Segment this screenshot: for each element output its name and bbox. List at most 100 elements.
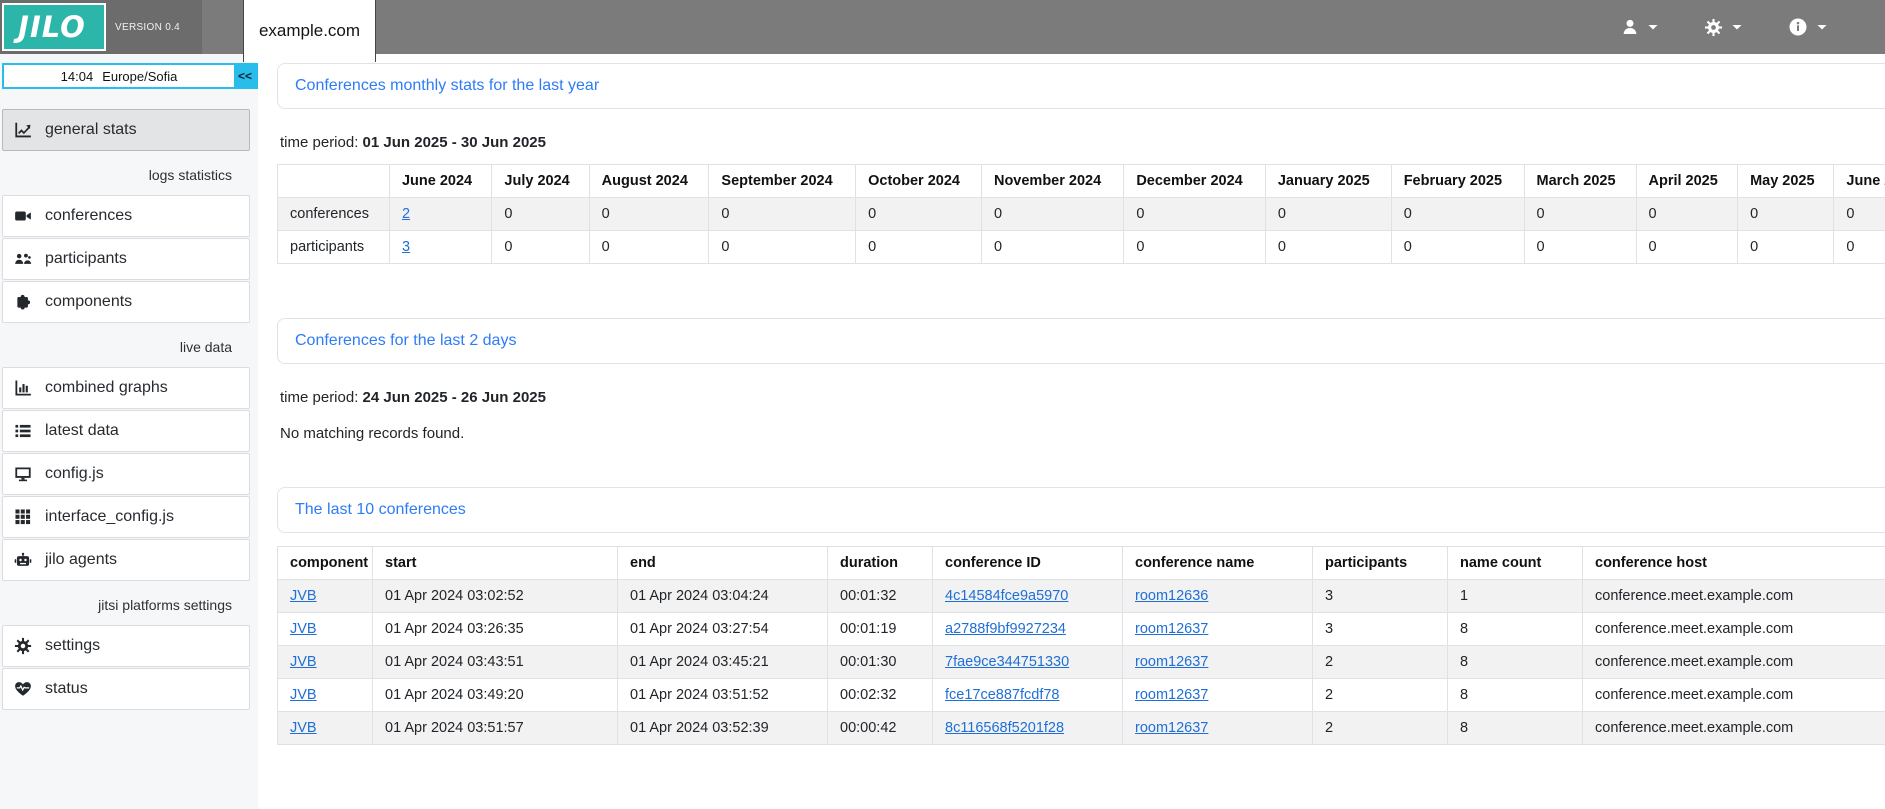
sidebar-collapse-button[interactable]: <<	[234, 65, 256, 87]
last10-cell-component: JVB	[278, 646, 373, 679]
chevron-down-icon	[1732, 22, 1742, 32]
info-menu[interactable]	[1788, 17, 1827, 37]
last10-cell-conference-name: room12637	[1123, 679, 1313, 712]
sidebar-item-interface-config-js[interactable]: interface_config.js	[2, 496, 250, 538]
monthly-value-cell: 0	[492, 231, 589, 264]
time-period-value: 24 Jun 2025 - 26 Jun 2025	[363, 389, 546, 406]
last10-cell-conference-id: 4c14584fce9a5970	[933, 580, 1123, 613]
monthly-value-cell: 0	[981, 231, 1123, 264]
topbar-menu	[1621, 0, 1827, 54]
last10-cell-conference-name: room12637	[1123, 712, 1313, 745]
last10-column-header: conference name	[1123, 547, 1313, 580]
conference-name-link[interactable]: room12636	[1135, 588, 1208, 604]
last10-cell-participants: 2	[1313, 712, 1448, 745]
monthly-value-cell: 0	[1124, 198, 1266, 231]
monthly-stats-table: June 2024July 2024August 2024September 2…	[277, 164, 1885, 264]
last10-cell-component: JVB	[278, 679, 373, 712]
sidebar-item-latest-data[interactable]: latest data	[2, 410, 250, 452]
conference-id-link[interactable]: 8c116568f5201f28	[945, 720, 1064, 736]
sidebar-item-settings[interactable]: settings	[2, 625, 250, 667]
version-label: VERSION 0.4	[115, 22, 180, 33]
last10-cell-start: 01 Apr 2024 03:26:35	[373, 613, 618, 646]
conference-id-link[interactable]: 4c14584fce9a5970	[945, 588, 1068, 604]
last10-column-header: start	[373, 547, 618, 580]
monthly-value-cell: 0	[1636, 231, 1738, 264]
robot-icon	[14, 551, 32, 569]
last10-column-header: conference ID	[933, 547, 1123, 580]
logo-text: JILO	[18, 10, 90, 44]
sidebar-item-label: latest data	[45, 422, 119, 440]
sidebar-item-combined-graphs[interactable]: combined graphs	[2, 367, 250, 409]
last10-cell-component: JVB	[278, 613, 373, 646]
heart-pulse-icon	[14, 680, 32, 698]
monthly-value-cell: 0	[1524, 198, 1636, 231]
conference-name-link[interactable]: room12637	[1135, 687, 1208, 703]
monthly-column-header: January 2025	[1265, 165, 1391, 198]
last10-cell-conference-host: conference.meet.example.com	[1583, 646, 1885, 679]
tab-example-com[interactable]: example.com	[243, 0, 376, 62]
info-icon	[1788, 17, 1808, 37]
conference-name-link[interactable]: room12637	[1135, 720, 1208, 736]
last10-cell-participants: 3	[1313, 613, 1448, 646]
table-row: participants3000000000000	[278, 231, 1885, 264]
settings-menu[interactable]	[1704, 18, 1742, 37]
conference-id-link[interactable]: fce17ce887fcdf78	[945, 687, 1059, 703]
last10-cell-component: JVB	[278, 712, 373, 745]
last10-cell-name-count: 8	[1448, 712, 1583, 745]
conference-name-link[interactable]: room12637	[1135, 654, 1208, 670]
component-link[interactable]: JVB	[290, 621, 317, 637]
last10-cell-start: 01 Apr 2024 03:43:51	[373, 646, 618, 679]
monthly-stats-title-link[interactable]: Conferences monthly stats for the last y…	[295, 77, 599, 94]
last10-cell-conference-id: fce17ce887fcdf78	[933, 679, 1123, 712]
sidebar-item-components[interactable]: components	[2, 281, 250, 323]
monthly-value-link[interactable]: 2	[402, 206, 410, 222]
monitor-icon	[14, 465, 32, 483]
conference-id-link[interactable]: a2788f9bf9927234	[945, 621, 1066, 637]
chart-line-icon	[14, 121, 32, 139]
bar-chart-icon	[14, 379, 32, 397]
component-link[interactable]: JVB	[290, 654, 317, 670]
monthly-column-header: May 2025	[1738, 165, 1834, 198]
monthly-stats-card: Conferences monthly stats for the last y…	[277, 63, 1885, 109]
last10-cell-conference-host: conference.meet.example.com	[1583, 712, 1885, 745]
sidebar-item-jilo-agents[interactable]: jilo agents	[2, 539, 250, 581]
component-link[interactable]: JVB	[290, 588, 317, 604]
last10-cell-duration: 00:01:19	[828, 613, 933, 646]
sidebar-item-config-js[interactable]: config.js	[2, 453, 250, 495]
last10-cell-start: 01 Apr 2024 03:49:20	[373, 679, 618, 712]
table-row: JVB01 Apr 2024 03:51:5701 Apr 2024 03:52…	[278, 712, 1885, 745]
clock-text: 14:04 Europe/Sofia	[4, 65, 234, 87]
monthly-column-header: February 2025	[1391, 165, 1524, 198]
last10-cell-end: 01 Apr 2024 03:27:54	[618, 613, 828, 646]
sidebar-item-label: config.js	[45, 465, 104, 483]
monthly-value-cell: 0	[1124, 231, 1266, 264]
monthly-value-cell: 0	[1524, 231, 1636, 264]
sidebar-item-conferences[interactable]: conferences	[2, 195, 250, 237]
user-menu[interactable]	[1621, 18, 1658, 36]
top-bar: JILO VERSION 0.4 example.com	[0, 0, 1885, 54]
last10-cell-start: 01 Apr 2024 03:02:52	[373, 580, 618, 613]
last10-cell-name-count: 1	[1448, 580, 1583, 613]
monthly-value-link[interactable]: 3	[402, 239, 410, 255]
monthly-value-cell: 0	[1265, 198, 1391, 231]
video-camera-icon	[14, 207, 32, 225]
jilo-logo[interactable]: JILO	[2, 3, 106, 51]
last-2-days-title-link[interactable]: Conferences for the last 2 days	[295, 332, 516, 349]
sidebar-item-general-stats[interactable]: general stats	[2, 109, 250, 151]
table-row: conferences2000000000000	[278, 198, 1885, 231]
component-link[interactable]: JVB	[290, 687, 317, 703]
chevron-down-icon	[1817, 22, 1827, 32]
sidebar-item-label: general stats	[45, 121, 137, 139]
sidebar-item-status[interactable]: status	[2, 668, 250, 710]
component-link[interactable]: JVB	[290, 720, 317, 736]
last10-cell-conference-id: 7fae9ce344751330	[933, 646, 1123, 679]
last-10-conferences-title-link[interactable]: The last 10 conferences	[295, 501, 466, 518]
monthly-value-cell: 0	[1834, 231, 1885, 264]
sidebar-item-participants[interactable]: participants	[2, 238, 250, 280]
last10-cell-conference-name: room12636	[1123, 580, 1313, 613]
monthly-column-header: August 2024	[589, 165, 709, 198]
conference-id-link[interactable]: 7fae9ce344751330	[945, 654, 1069, 670]
monthly-value-cell: 0	[589, 231, 709, 264]
sidebar-item-label: components	[45, 293, 132, 311]
conference-name-link[interactable]: room12637	[1135, 621, 1208, 637]
